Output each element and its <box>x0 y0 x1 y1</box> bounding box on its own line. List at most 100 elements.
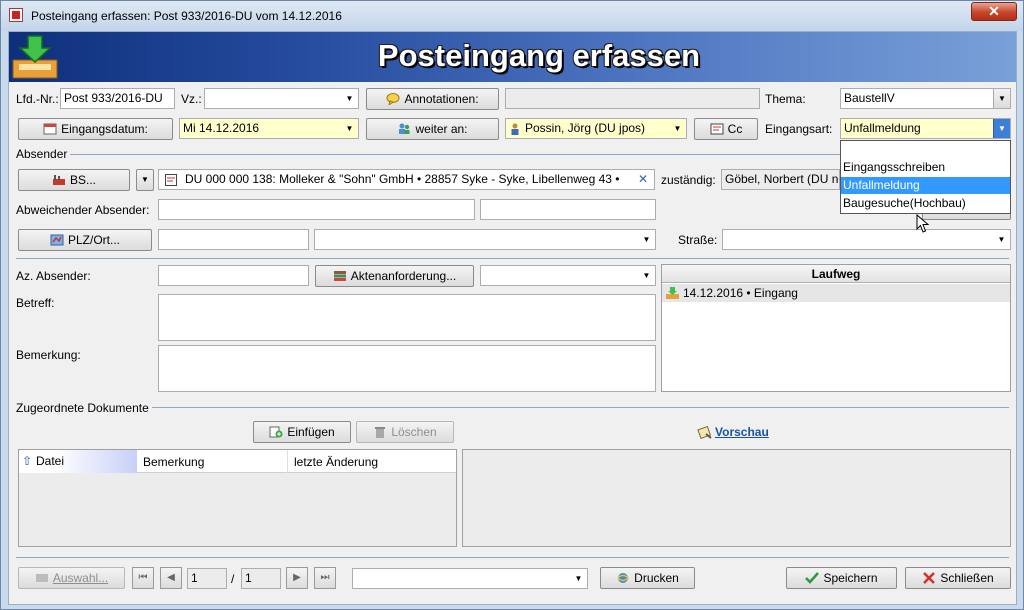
dropdown-option-baugesuche[interactable]: Baugesuche(Hochbau) <box>841 195 1010 212</box>
thema-value: BaustellV <box>844 91 895 105</box>
eingangsdatum-label: Eingangsdatum: <box>61 122 148 136</box>
chevron-down-icon[interactable]: ▼ <box>669 119 686 138</box>
bemerkung-label: Bemerkung: <box>16 348 81 362</box>
eingangsdatum-value: Mi 14.12.2016 <box>183 121 260 135</box>
laufweg-entry[interactable]: 14.12.2016 • Eingang <box>662 284 1010 302</box>
speech-bubble-icon <box>386 93 400 105</box>
trash-icon <box>375 427 386 438</box>
page-current-field[interactable]: 1 <box>187 568 227 589</box>
users-icon <box>399 123 410 134</box>
first-page-icon: ⏮ <box>138 572 148 583</box>
annotationen-field <box>505 88 760 109</box>
eingangsdatum-field[interactable]: Mi 14.12.2016 ▼ <box>179 118 359 139</box>
laufweg-entry-text: 14.12.2016 • Eingang <box>683 286 798 300</box>
speichern-button[interactable]: Speichern <box>786 567 897 589</box>
column-header-bemerkung[interactable]: Bemerkung <box>138 450 288 473</box>
map-icon <box>50 234 64 246</box>
eingangsart-label: Eingangsart: <box>765 122 833 136</box>
einfuegen-button[interactable]: Einfügen <box>253 421 351 443</box>
vorschau-label: Vorschau <box>715 425 769 439</box>
chevron-down-icon[interactable]: ▼ <box>570 569 587 588</box>
weiter-an-button[interactable]: weiter an: <box>366 118 499 140</box>
chevron-down-icon[interactable]: ▼ <box>341 89 358 108</box>
plz-ort-button[interactable]: PLZ/Ort... <box>18 229 152 251</box>
vz-select[interactable]: ▼ <box>204 88 359 109</box>
az-absender-field[interactable] <box>158 265 309 286</box>
banner: Posteingang erfassen <box>9 32 1016 82</box>
dropdown-option-eingangsschreiben[interactable]: Eingangsschreiben <box>841 159 1010 176</box>
bs-label: BS... <box>69 173 96 187</box>
thema-select[interactable]: BaustellV ▼ <box>840 88 1011 109</box>
eingangsart-select[interactable]: Unfallmeldung ▼ <box>840 118 1011 139</box>
eingangsdatum-button[interactable]: Eingangsdatum: <box>18 118 173 140</box>
auswahl-label: Auswahl... <box>52 571 109 585</box>
absender-section-label: Absender <box>16 147 71 161</box>
calendar-icon <box>43 123 57 135</box>
first-page-button[interactable]: ⏮ <box>132 567 154 589</box>
cc-button[interactable]: Cc <box>694 118 758 140</box>
strasse-label: Straße: <box>678 233 718 247</box>
betreff-field[interactable] <box>158 294 656 341</box>
strasse-select[interactable]: ▼ <box>722 229 1011 250</box>
chevron-down-icon[interactable]: ▼ <box>993 119 1010 138</box>
vorschau-link[interactable]: Vorschau <box>697 425 769 440</box>
chevron-down-icon[interactable]: ▼ <box>341 119 358 138</box>
note-icon <box>165 174 177 186</box>
dokumente-table: ⇧ Datei Bemerkung letzte Änderung <box>18 449 457 547</box>
zustaendig-label: zuständig: <box>661 173 716 187</box>
bemerkung-field[interactable] <box>158 345 656 392</box>
dialog-content: Posteingang erfassen Lfd.-Nr.: Post 933/… <box>8 31 1017 605</box>
laufweg-panel: Laufweg 14.12.2016 • Eingang <box>661 264 1011 392</box>
abweichender-absender-field[interactable] <box>158 199 475 220</box>
dokumente-divider <box>16 407 1009 408</box>
chevron-down-icon[interactable]: ▼ <box>638 230 655 249</box>
prev-page-button[interactable]: ◀ <box>160 567 182 589</box>
lfd-nr-field[interactable]: Post 933/2016-DU <box>60 88 175 109</box>
window-close-button[interactable]: ✕ <box>971 2 1017 21</box>
ort-select[interactable]: ▼ <box>314 229 656 250</box>
dokumente-section-label: Zugeordnete Dokumente <box>16 401 152 415</box>
bs-dropdown-button[interactable]: ▼ <box>136 169 154 191</box>
akten-select[interactable]: ▼ <box>480 265 656 286</box>
weiter-an-select[interactable]: Possin, Jörg (DU jpos) ▼ <box>505 118 687 139</box>
bs-button[interactable]: BS... <box>18 169 130 191</box>
plz-field[interactable] <box>158 229 309 250</box>
column-label-datei: Datei <box>36 454 65 468</box>
chevron-down-icon[interactable]: ▼ <box>638 266 655 285</box>
betreff-label: Betreff: <box>16 296 55 310</box>
loeschen-button[interactable]: Löschen <box>356 421 454 443</box>
next-page-button[interactable]: ▶ <box>286 567 308 589</box>
print-template-select[interactable]: ▼ <box>352 568 588 589</box>
thema-label: Thema: <box>765 92 806 106</box>
chevron-down-icon[interactable]: ▼ <box>993 230 1010 249</box>
aktenanforderung-button[interactable]: Aktenanforderung... <box>315 265 474 287</box>
abweichender-absender-field-2[interactable] <box>480 199 656 220</box>
weiter-an-value: Possin, Jörg (DU jpos) <box>525 121 646 135</box>
absender-field[interactable]: DU 000 000 138: Molleker & "Sohn" GmbH •… <box>158 169 655 190</box>
app-window: Posteingang erfassen: Post 933/2016-DU v… <box>0 0 1024 610</box>
files-icon <box>333 271 346 281</box>
check-icon <box>805 572 820 584</box>
last-page-icon: ⏭ <box>320 572 330 583</box>
drucken-label: Drucken <box>634 571 679 585</box>
close-icon <box>923 572 936 584</box>
clear-icon[interactable]: ✕ <box>638 170 648 189</box>
annotationen-button[interactable]: Annotationen: <box>366 88 499 110</box>
page-total-field: 1 <box>241 568 281 589</box>
prev-page-icon: ◀ <box>167 572 175 583</box>
column-header-datei[interactable]: ⇧ Datei <box>19 450 137 473</box>
schliessen-button[interactable]: Schließen <box>905 567 1011 589</box>
last-page-button[interactable]: ⏭ <box>314 567 336 589</box>
column-header-letzte-aenderung[interactable]: letzte Änderung <box>289 450 455 473</box>
annotationen-label: Annotationen: <box>404 92 479 106</box>
note-icon <box>710 123 724 135</box>
list-icon <box>35 574 48 582</box>
dropdown-option-unfallmeldung[interactable]: Unfallmeldung <box>841 177 1010 194</box>
cc-label: Cc <box>727 122 743 136</box>
chevron-down-icon[interactable]: ▼ <box>993 89 1010 108</box>
weiter-an-label: weiter an: <box>415 122 468 136</box>
dropdown-option-empty[interactable] <box>841 141 1010 158</box>
preview-icon <box>697 425 712 440</box>
auswahl-button[interactable]: Auswahl... <box>18 567 125 589</box>
drucken-button[interactable]: Drucken <box>600 567 695 589</box>
